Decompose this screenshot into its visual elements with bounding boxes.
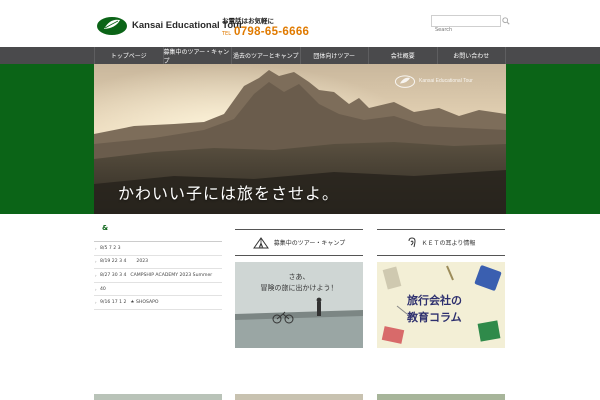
nav-item-contact[interactable]: お問い合わせ [436,47,506,64]
phone-note: お電話はお気軽に [222,17,274,25]
hero-leaf-icon [394,75,416,88]
lower-photo-1 [94,394,222,400]
news-list: › 8/5 7 2 3 › 8/19 22 3 4 2023 › 8/27 30… [94,242,222,310]
lower-photo-2 [235,394,363,400]
news-text: CAMPSHIP ACADEMY 2023 Summer [130,272,213,278]
column-heading-label: ＫＥＴの耳より情報 [421,240,476,247]
search-input[interactable] [432,25,490,35]
news-item[interactable]: › 8/5 7 2 3 [94,242,222,256]
tours-line2: 冒険の旅に出かけよう！ [260,284,338,293]
news-text: 2023 [136,259,149,265]
column-line1: 旅行会社の [407,294,462,307]
column-banner-text: 旅行会社の 教育コラム [407,292,462,326]
news-item[interactable]: › 8/27 30 3 4 CAMPSHIP ACADEMY 2023 Summ… [94,269,222,283]
nav-item-top[interactable]: トップページ [94,47,163,64]
site-header: Kansai Educational Tour お電話はお気軽に TEL 079… [0,0,600,47]
leaf-logo-icon [97,17,127,35]
news-date: 40 [100,286,106,292]
column-heading[interactable]: ＫＥＴの耳より情報 [377,229,505,256]
column-line2: 教育コラム [407,311,462,325]
phone-label: TEL [222,30,231,37]
news-date: 8/27 30 3 4 [100,272,127,278]
news-item[interactable]: › 8/19 22 3 4 2023 [94,256,222,270]
site-logo[interactable]: Kansai Educational Tour [96,14,243,36]
news-title: & [94,224,222,242]
tent-icon [252,236,269,248]
tours-heading[interactable]: 募集中のツアー・キャンプ [235,229,363,256]
hero-logo-text: Kansai Educational Tour [419,78,473,84]
nav-item-open-tours[interactable]: 募集中のツアー・キャンプ [162,47,232,65]
hero-logo: Kansai Educational Tour [394,74,473,88]
news-date: 8/19 22 3 4 [100,259,127,265]
phone-number[interactable]: 0798-65-6666 [234,26,309,39]
lower-photo-3 [377,394,505,400]
main-nav: トップページ 募集中のツアー・キャンプ 過去のツアーとキャンプ 団体向けツアー … [0,47,600,65]
news-item[interactable]: › 9/16 17 1 2 ★ SHOSAPO [94,296,222,310]
phone-info: お電話はお気軽に TEL 0798-65-6666 [222,18,309,38]
nav-item-group-tours[interactable]: 団体向けツアー [299,47,369,64]
column-banner[interactable]: 旅行会社の 教育コラム [377,262,505,348]
hero-image: Kansai Educational Tour かわいい子には旅をさせよ。 [94,64,506,214]
column-panel: ＫＥＴの耳より情報 旅行会社の 教育コラム [377,229,505,348]
ear-icon [408,236,416,247]
news-date: 8/5 7 2 3 [100,245,121,251]
news-text: ★ SHOSAPO [130,300,159,306]
news-date: 9/16 17 1 2 [100,300,127,306]
news-section: & › 8/5 7 2 3 › 8/19 22 3 4 2023 › 8/27 … [94,224,222,310]
tours-panel: 募集中のツアー・キャンプ さあ、 冒険の旅に出かけよう！ [235,229,363,348]
search-icon[interactable] [502,17,510,25]
nav-item-company[interactable]: 会社概要 [368,47,437,64]
nav-item-past-tours[interactable]: 過去のツアーとキャンプ [231,47,300,64]
tours-banner[interactable]: さあ、 冒険の旅に出かけよう！ [235,262,363,348]
tours-banner-text: さあ、 冒険の旅に出かけよう！ [235,272,363,294]
tours-line1: さあ、 [288,273,310,281]
news-item[interactable]: › 40 [94,283,222,297]
hero-caption: かわいい子には旅をさせよ。 [118,184,340,203]
tours-heading-label: 募集中のツアー・キャンプ [273,240,346,247]
search-box [431,15,510,35]
